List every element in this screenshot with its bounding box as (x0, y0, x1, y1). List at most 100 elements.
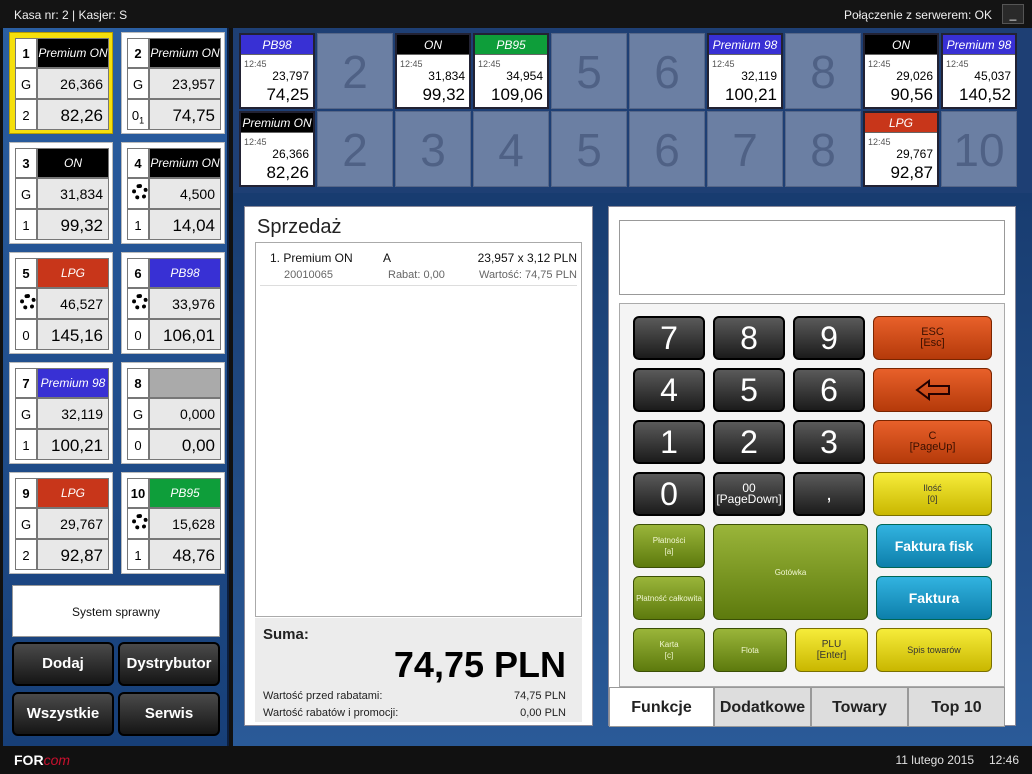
pump-card[interactable]: 5 LPG 46,527 0 145,16 (9, 252, 113, 354)
empty-slot[interactable]: 2 (317, 33, 393, 109)
empty-slot[interactable]: 5 (551, 33, 627, 109)
logo-text: FOR (14, 752, 44, 768)
transaction-tile[interactable]: ON 12:45 29,026 90,56 (863, 33, 939, 109)
key-7[interactable]: 7 (633, 316, 705, 360)
tab-products[interactable]: Towary (811, 687, 908, 727)
tile-amount: 140,52 (959, 85, 1011, 104)
pump-state (127, 288, 149, 319)
item-discount: Rabat: 0,00 (388, 269, 445, 281)
pump-panel: 1 Premium ON G 26,366 2 82,26 2 Premium … (3, 28, 229, 746)
key-5[interactable]: 5 (713, 368, 785, 412)
empty-slot[interactable]: 6 (629, 111, 705, 187)
transaction-tile[interactable]: PB95 12:45 34,954 109,06 (473, 33, 549, 109)
key-6[interactable]: 6 (793, 368, 865, 412)
nozzle-label: 1 (22, 438, 30, 453)
pump-state (127, 508, 149, 539)
service-button[interactable]: Serwis (118, 692, 220, 736)
promo-value: 0,00 PLN (520, 707, 566, 719)
plu-button[interactable]: PLU [Enter] (795, 628, 868, 672)
tile-amount: 99,32 (422, 85, 465, 104)
tab-functions[interactable]: Funkcje (609, 687, 714, 727)
add-button[interactable]: Dodaj (12, 642, 114, 686)
nozzle-label: 0 (134, 328, 142, 343)
empty-slot[interactable]: 10 (941, 111, 1017, 187)
quantity-button[interactable]: Ilość [0] (873, 472, 992, 516)
payments-button[interactable]: Płatności [a] (633, 524, 705, 568)
input-display (619, 220, 1005, 295)
backspace-button[interactable] (873, 368, 992, 412)
key-sublabel: [PageDown] (716, 492, 782, 506)
fleet-button[interactable]: Flota (713, 628, 787, 672)
tile-volume: 26,366 (272, 147, 309, 161)
full-payment-button[interactable]: Płatność całkowita (633, 576, 705, 620)
empty-slot[interactable]: 7 (707, 111, 783, 187)
tile-amount: 90,56 (890, 85, 933, 104)
pump-card[interactable]: 3 ON G 31,834 1 99,32 (9, 142, 113, 244)
pump-state: G (15, 178, 37, 209)
tab-top10[interactable]: Top 10 (908, 687, 1005, 727)
transaction-tile[interactable]: Premium ON 12:45 26,366 82,26 (239, 111, 315, 187)
transactions-panel: PB98 12:45 23,797 74,25 2 ON 12:45 31,834 … (233, 28, 1032, 193)
empty-slot[interactable]: 8 (785, 33, 861, 109)
key-comma[interactable]: , (793, 472, 865, 516)
transaction-tile[interactable]: PB98 12:45 23,797 74,25 (239, 33, 315, 109)
esc-button[interactable]: ESC [Esc] (873, 316, 992, 360)
tile-volume: 23,797 (272, 69, 309, 83)
tile-time: 12:45 (946, 59, 969, 69)
invoice-button[interactable]: Faktura (876, 576, 992, 620)
key-00[interactable]: 00 [PageDown] (713, 472, 785, 516)
transaction-tile[interactable]: ON 12:45 31,834 99,32 (395, 33, 471, 109)
clear-button[interactable]: C [PageUp] (873, 420, 992, 464)
key-1[interactable]: 1 (633, 420, 705, 464)
pump-card[interactable]: 4 Premium ON 4,500 1 14,04 (121, 142, 225, 244)
key-8[interactable]: 8 (713, 316, 785, 360)
cash-button[interactable]: Gotówka (713, 524, 868, 620)
key-label: Karta (659, 640, 679, 649)
key-3[interactable]: 3 (793, 420, 865, 464)
empty-slot[interactable]: 6 (629, 33, 705, 109)
key-4[interactable]: 4 (633, 368, 705, 412)
key-0[interactable]: 0 (633, 472, 705, 516)
empty-slot[interactable]: 3 (395, 111, 471, 187)
key-2[interactable]: 2 (713, 420, 785, 464)
all-button[interactable]: Wszystkie (12, 692, 114, 736)
sum-value: 74,75 PLN (393, 644, 566, 685)
transaction-tile[interactable]: LPG 12:45 29,767 92,87 (863, 111, 939, 187)
transaction-tile[interactable]: Premium 98 12:45 32,119 100,21 (707, 33, 783, 109)
pump-number: 5 (15, 258, 37, 288)
tab-additional[interactable]: Dodatkowe (714, 687, 811, 727)
key-label: 5 (740, 371, 758, 408)
card-button[interactable]: Karta [c] (633, 628, 705, 672)
minimize-button[interactable]: _ (1002, 4, 1024, 24)
fuel-label (149, 368, 221, 398)
pump-card[interactable]: 10 PB95 15,628 1 48,76 (121, 472, 225, 574)
nozzle-number: 0 (127, 319, 149, 350)
key-label: 3 (820, 423, 838, 460)
product-list-button[interactable]: Spis towarów (876, 628, 992, 672)
empty-slot[interactable]: 8 (785, 111, 861, 187)
fuel-label: ON (37, 148, 109, 178)
nozzle-number: 1 (127, 539, 149, 570)
pump-card[interactable]: 2 Premium ON G 23,957 01 74,75 (121, 32, 225, 134)
nozzle-label: 2 (22, 108, 30, 123)
pump-card[interactable]: 8 G 0,000 0 0,00 (121, 362, 225, 464)
pump-volume: 31,834 (37, 178, 109, 209)
key-label: 7 (660, 319, 678, 356)
fiscal-invoice-button[interactable]: Faktura fisk (876, 524, 992, 568)
dispenser-button[interactable]: Dystrybutor (118, 642, 220, 686)
key-9[interactable]: 9 (793, 316, 865, 360)
sale-title: Sprzedaż (257, 216, 342, 238)
pump-amount: 82,26 (37, 99, 109, 130)
pump-card[interactable]: 1 Premium ON G 26,366 2 82,26 (9, 32, 113, 134)
nozzle-number: 1 (15, 209, 37, 240)
pump-card[interactable]: 7 Premium 98 G 32,119 1 100,21 (9, 362, 113, 464)
sale-panel: Sprzedaż 1. Premium ON A 23,957 x 3,12 P… (244, 206, 593, 726)
pump-amount: 99,32 (37, 209, 109, 240)
empty-slot[interactable]: 5 (551, 111, 627, 187)
empty-slot[interactable]: 4 (473, 111, 549, 187)
pump-card[interactable]: 9 LPG G 29,767 2 92,87 (9, 472, 113, 574)
empty-slot[interactable]: 2 (317, 111, 393, 187)
transaction-tile[interactable]: Premium 98 12:45 45,037 140,52 (941, 33, 1017, 109)
sale-list[interactable]: 1. Premium ON A 23,957 x 3,12 PLN 200100… (255, 242, 582, 617)
pump-card[interactable]: 6 PB98 33,976 0 106,01 (121, 252, 225, 354)
